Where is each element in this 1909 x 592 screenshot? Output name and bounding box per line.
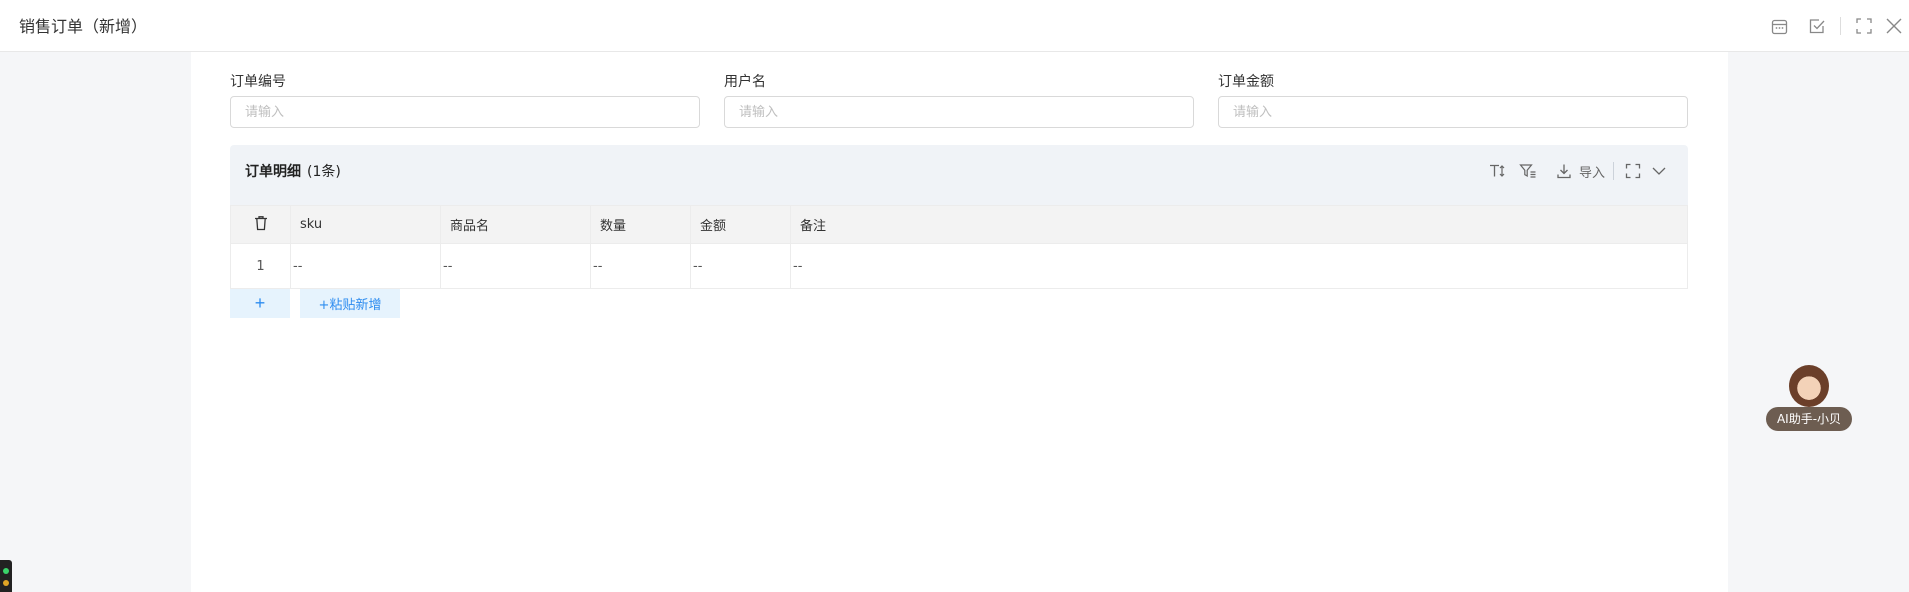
trash-icon[interactable]	[254, 215, 268, 235]
toolbar-divider	[1613, 162, 1614, 180]
paste-add-button[interactable]: +粘贴新增	[300, 289, 400, 318]
status-dot-yellow	[3, 580, 9, 586]
page-title: 销售订单（新增）	[19, 17, 148, 36]
status-indicator	[0, 560, 12, 592]
calendar-icon[interactable]	[1768, 15, 1790, 37]
cell-amount[interactable]: --	[690, 243, 791, 289]
order-no-input[interactable]	[230, 96, 700, 128]
order-no-field: 订单编号	[230, 72, 700, 128]
check-square-icon[interactable]	[1806, 15, 1828, 37]
detail-title: 订单明细 (1条)	[245, 161, 341, 181]
detail-header: 订单明细 (1条) 导入	[230, 145, 1688, 205]
close-icon[interactable]	[1883, 15, 1905, 37]
table-actions: + +粘贴新增	[230, 289, 400, 318]
window-tools	[1768, 0, 1909, 52]
column-header-sku: sku	[290, 205, 441, 244]
form-panel: 订单编号 用户名 订单金额 订单明细 (1条) 导入	[191, 52, 1728, 592]
chevron-down-icon[interactable]	[1648, 160, 1670, 182]
cell-product-name[interactable]: --	[440, 243, 591, 289]
column-header-amount: 金额	[690, 205, 791, 244]
table-header-row: sku 商品名 数量 金额 备注	[230, 205, 1688, 244]
text-size-icon[interactable]	[1487, 160, 1509, 182]
ai-assistant-widget[interactable]: AI助手-小贝	[1766, 365, 1852, 431]
column-header-quantity: 数量	[590, 205, 691, 244]
order-detail-section: 订单明细 (1条) 导入 sku 商品名 数量 金额 备注 1 -- -- --…	[230, 145, 1688, 289]
assistant-label: AI助手-小贝	[1766, 407, 1852, 431]
top-bar: 销售订单（新增）	[0, 0, 1909, 52]
column-header-product-name: 商品名	[440, 205, 591, 244]
filter-icon[interactable]	[1517, 160, 1539, 182]
username-input[interactable]	[724, 96, 1194, 128]
add-row-button[interactable]: +	[230, 289, 290, 318]
amount-field: 订单金额	[1218, 72, 1688, 128]
assistant-avatar	[1789, 365, 1829, 407]
username-field: 用户名	[724, 72, 1194, 128]
username-label: 用户名	[724, 74, 766, 90]
amount-input[interactable]	[1218, 96, 1688, 128]
cell-quantity[interactable]: --	[590, 243, 691, 289]
column-header-remark: 备注	[790, 205, 1688, 244]
status-dot-green	[3, 568, 9, 574]
cell-remark[interactable]: --	[790, 243, 1688, 289]
order-no-label: 订单编号	[230, 74, 286, 90]
fullscreen-icon[interactable]	[1853, 15, 1875, 37]
expand-icon[interactable]	[1622, 160, 1644, 182]
table-row[interactable]: 1 -- -- -- -- --	[230, 243, 1688, 289]
detail-toolbar: 导入	[1479, 159, 1670, 183]
delete-column-header[interactable]	[230, 205, 291, 244]
row-index: 1	[230, 243, 291, 289]
detail-title-text: 订单明细	[245, 164, 301, 180]
detail-table: sku 商品名 数量 金额 备注 1 -- -- -- -- --	[230, 205, 1688, 289]
amount-label: 订单金额	[1218, 74, 1274, 90]
cell-sku[interactable]: --	[290, 243, 441, 289]
toolbar-divider	[1840, 17, 1841, 35]
download-icon[interactable]	[1553, 160, 1575, 182]
detail-count: (1条)	[307, 164, 341, 180]
import-button[interactable]: 导入	[1579, 162, 1605, 181]
